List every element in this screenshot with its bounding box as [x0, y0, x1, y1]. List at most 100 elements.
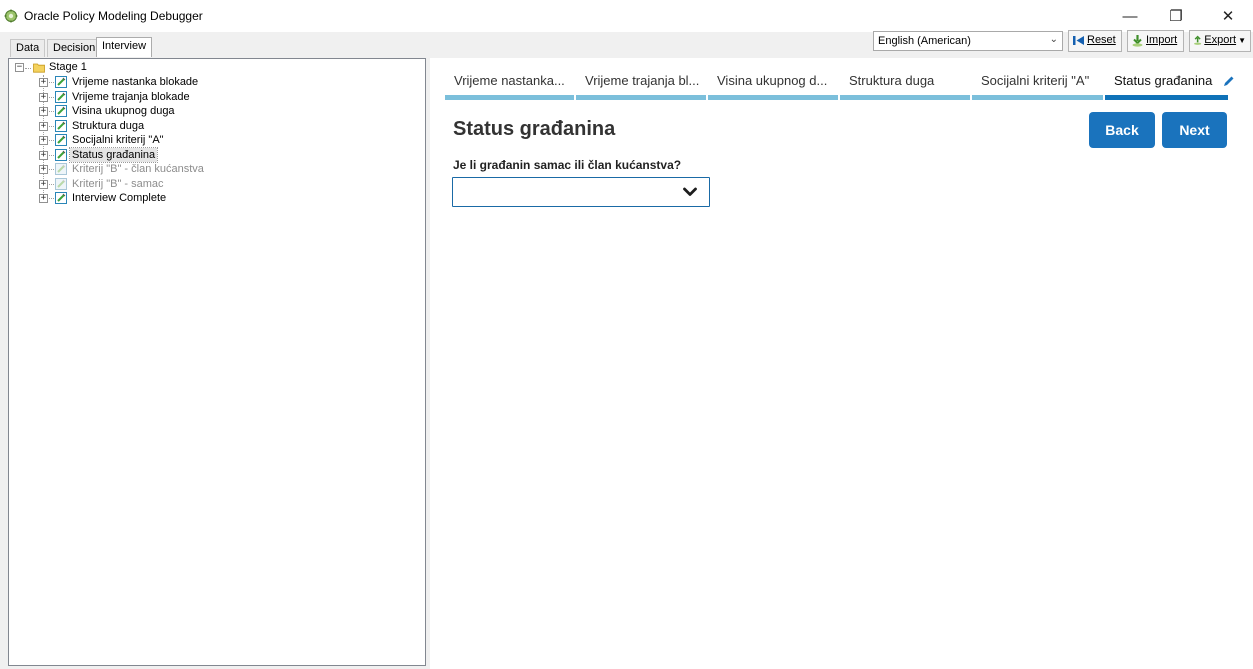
screen-icon: [55, 90, 67, 103]
stage-tab[interactable]: Status građanina: [1105, 66, 1234, 100]
tree-root-label: Stage 1: [49, 61, 87, 73]
expand-toggle[interactable]: +: [39, 136, 48, 145]
screen-icon: [55, 134, 67, 146]
tree-connector: [49, 125, 54, 127]
stage-tab-label: Struktura duga: [849, 73, 935, 88]
screen-icon: [55, 192, 67, 204]
screen-icon: [55, 119, 67, 132]
tree-connector: [49, 82, 54, 83]
stage-progress-bar: [1105, 95, 1228, 100]
folder-icon: [33, 63, 45, 73]
tree-item-label: Kriterij "B" - član kućanstva: [72, 163, 204, 175]
language-select-value: English (American): [878, 35, 971, 47]
tree-item-label: Vrijeme nastanka blokade: [72, 76, 199, 88]
back-button[interactable]: Back: [1089, 112, 1155, 148]
tree-item-label: Struktura duga: [72, 119, 145, 132]
tree-item[interactable]: Visina ukupnog duga: [70, 104, 177, 118]
expand-toggle[interactable]: +: [39, 121, 48, 131]
tree-item-label: Interview Complete: [72, 192, 167, 204]
pencil-icon: [1224, 76, 1234, 86]
chevron-down-icon: ⌄: [1049, 34, 1058, 45]
interview-pane: Vrijeme nastanka... Vrijeme trajanja bl..…: [430, 58, 1253, 669]
tree-root-stage[interactable]: Stage 1: [47, 60, 89, 74]
page-title: Status građanina: [453, 118, 616, 140]
tree-item-label: Status građanina: [68, 146, 159, 163]
tree-item[interactable]: Socijalni kriterij "A": [70, 133, 166, 147]
tree-connector: [49, 198, 54, 199]
stage-tab[interactable]: Vrijeme nastanka...: [445, 66, 574, 100]
export-icon: [1194, 35, 1202, 45]
minimize-button[interactable]: —: [1107, 0, 1153, 32]
import-icon: [1132, 35, 1143, 47]
next-button[interactable]: Next: [1162, 112, 1227, 148]
stage-tab[interactable]: Visina ukupnog d...: [708, 66, 838, 100]
tree-item[interactable]: Kriterij "B" - član kućanstva: [70, 162, 206, 176]
stage-progress-bar: [840, 95, 970, 100]
restore-button[interactable]: ❐: [1153, 0, 1199, 32]
expand-toggle[interactable]: +: [39, 92, 48, 102]
screen-icon: [55, 163, 67, 175]
interview-tree[interactable]: − Stage 1 + Vrijeme nastanka blokade + Vrij…: [8, 58, 426, 666]
tree-connector: [49, 169, 54, 170]
stage-progress-bar: [445, 95, 574, 100]
stage-tab-label: Visina ukupnog d...: [717, 73, 828, 88]
answer-dropdown[interactable]: [452, 177, 710, 207]
tree-item[interactable]: Vrijeme trajanja blokade: [70, 90, 192, 104]
tab-interview[interactable]: Interview: [96, 37, 153, 57]
language-select[interactable]: English (American) ⌄: [873, 31, 1063, 51]
question-label: Je li građanin samac ili član kućanstva?: [453, 158, 682, 172]
stage-progress-bar: [972, 95, 1103, 100]
reset-button[interactable]: Reset: [1068, 30, 1122, 52]
stage-tab[interactable]: Vrijeme trajanja bl...: [576, 66, 706, 100]
screen-icon: [55, 76, 67, 88]
export-label: Export: [1204, 34, 1237, 46]
tree-item-label: Vrijeme trajanja blokade: [72, 90, 190, 103]
stage-progress-bar: [576, 95, 706, 100]
tree-connector: [49, 96, 54, 98]
tree-item[interactable]: Vrijeme nastanka blokade: [70, 75, 200, 89]
tree-connector: [25, 68, 31, 69]
expand-toggle[interactable]: +: [39, 107, 48, 116]
import-label: Import: [1146, 34, 1178, 46]
tree-item-label: Kriterij "B" - samac: [72, 177, 164, 190]
stage-tab-label: Status građanina: [1114, 73, 1213, 88]
tab-data[interactable]: Data: [10, 39, 46, 57]
stage-progress-bar: [708, 95, 838, 100]
expand-toggle[interactable]: +: [39, 179, 48, 189]
reset-label: Reset: [1087, 34, 1116, 46]
stage-tab-label: Vrijeme nastanka...: [454, 73, 565, 88]
screen-icon: [55, 148, 67, 161]
tree-connector: [49, 183, 54, 185]
screen-icon: [55, 177, 67, 190]
tree-item-label: Visina ukupnog duga: [72, 105, 175, 117]
tree-connector: [49, 140, 54, 141]
collapse-toggle[interactable]: −: [15, 63, 24, 72]
close-button[interactable]: ✕: [1203, 0, 1253, 32]
reset-icon: [1073, 36, 1084, 45]
stage-tab-label: Vrijeme trajanja bl...: [585, 73, 700, 88]
window-title: Oracle Policy Modeling Debugger: [24, 9, 203, 23]
tree-item[interactable]: Struktura duga: [70, 119, 146, 133]
title-bar: Oracle Policy Modeling Debugger — ❐ ✕: [0, 0, 1253, 32]
screen-icon: [55, 105, 67, 117]
tree-item-label: Socijalni kriterij "A": [72, 134, 164, 146]
tree-connector: [49, 154, 54, 156]
expand-toggle[interactable]: +: [39, 194, 48, 203]
expand-toggle[interactable]: +: [39, 78, 48, 87]
stage-tab[interactable]: Socijalni kriterij "A": [972, 66, 1103, 100]
tree-item[interactable]: Interview Complete: [70, 191, 168, 205]
app-icon: [4, 9, 18, 23]
app-window: Oracle Policy Modeling Debugger — ❐ ✕ Da…: [0, 0, 1253, 669]
chevron-down-icon: [683, 187, 697, 196]
tree-item[interactable]: Status građanina: [68, 146, 159, 163]
dropdown-arrow-icon: ▼: [1238, 36, 1246, 45]
import-button[interactable]: Import: [1127, 30, 1184, 52]
expand-toggle[interactable]: +: [39, 165, 48, 174]
expand-toggle[interactable]: +: [39, 150, 48, 160]
stage-tab-label: Socijalni kriterij "A": [981, 73, 1090, 88]
tree-item[interactable]: Kriterij "B" - samac: [70, 177, 166, 191]
export-button[interactable]: Export ▼: [1189, 30, 1251, 52]
stage-tab[interactable]: Struktura duga: [840, 66, 970, 100]
tree-connector: [49, 111, 54, 112]
tab-decision[interactable]: Decision: [47, 39, 102, 57]
